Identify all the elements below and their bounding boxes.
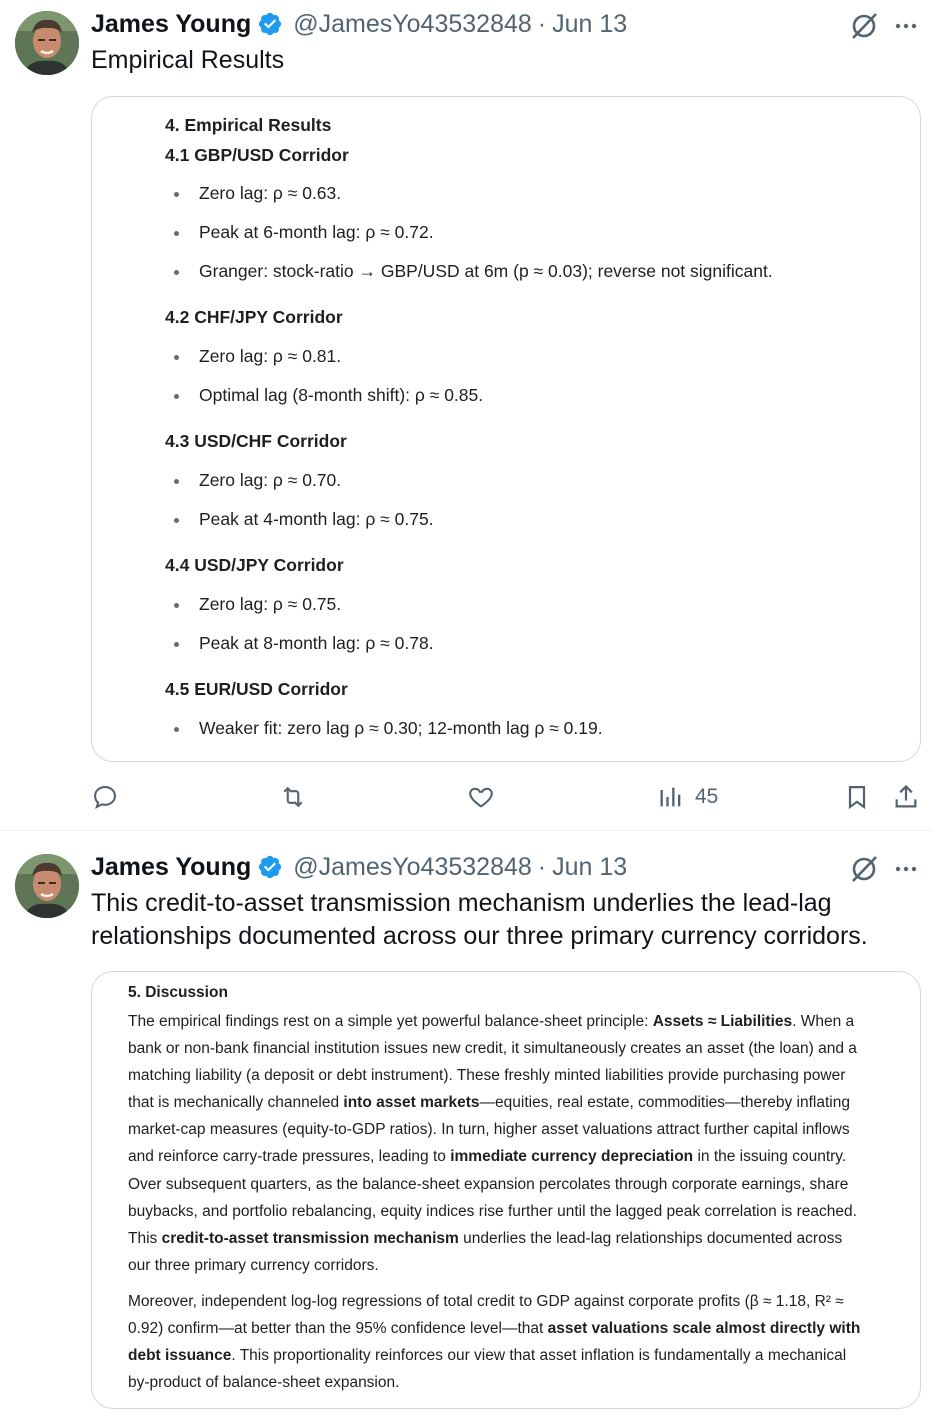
media-heading: 5. Discussion: [128, 984, 228, 1001]
author-handle[interactable]: @JamesYo43532848: [293, 853, 532, 882]
tweet-media-image[interactable]: 5. Discussion The empirical findings res…: [91, 971, 921, 1409]
discussion-line: debt issuance. This proportionality rein…: [128, 1347, 847, 1365]
section-title: 4.2 CHF/JPY Corridor: [165, 307, 343, 327]
discussion-line: Moreover, independent log-log regression…: [128, 1293, 844, 1310]
tweet-2: James Young @JamesYo43532848 · Jun 13 Th…: [0, 843, 932, 1426]
like-button[interactable]: [467, 777, 495, 817]
tweet-date[interactable]: Jun 13: [552, 853, 627, 882]
grok-icon[interactable]: [848, 853, 880, 885]
discussion-line: by-product of balance-sheet expansion.: [128, 1374, 400, 1392]
separator-dot: ·: [537, 852, 547, 881]
tweet-text: This credit-to-asset transmission mechan…: [91, 887, 868, 953]
discussion-line: and reinforce carry-trade pressures, lea…: [128, 1148, 847, 1166]
tweet-actions: 45: [91, 777, 921, 817]
tweet-divider: [0, 830, 932, 831]
discussion-line: bank or non-bank financial institution i…: [128, 1040, 857, 1058]
discussion-line: This credit-to-asset transmission mechan…: [128, 1229, 843, 1247]
discussion-line: our three primary currency corridors.: [128, 1256, 379, 1274]
views-count: 45: [695, 785, 719, 808]
tweet-text-line: relationships documented across our thre…: [91, 922, 868, 950]
bookmark-icon: [848, 785, 866, 810]
discussion-line: buybacks, and portfolio rebalancing, equ…: [128, 1202, 857, 1220]
discussion-line: Over subsequent quarters, as the balance…: [128, 1175, 849, 1193]
grok-icon[interactable]: [848, 10, 880, 42]
discussion-paragraph-2: Moreover, independent log-log regression…: [128, 1288, 888, 1396]
discussion-paragraph-1: The empirical findings rest on a simple …: [128, 1008, 888, 1279]
share-icon: [895, 784, 917, 808]
reply-icon: [94, 786, 116, 809]
author-avatar[interactable]: [15, 11, 79, 75]
heart-icon: [469, 787, 493, 808]
author-avatar[interactable]: [15, 854, 79, 918]
more-options-icon[interactable]: [891, 11, 921, 41]
separator-dot: ·: [537, 9, 547, 38]
retweet-icon: [283, 786, 303, 808]
views-button[interactable]: 45: [657, 777, 718, 817]
tweet-text: Empirical Results: [91, 46, 285, 74]
discussion-line: market-cap measures (equity-to-GDP ratio…: [128, 1121, 850, 1139]
views-chart-icon: [660, 787, 681, 807]
bookmark-button[interactable]: [843, 777, 871, 817]
discussion-line: matching liability (a deposit or debt in…: [128, 1067, 846, 1085]
author-handle[interactable]: @JamesYo43532848: [293, 10, 532, 39]
tweet-header: James Young @JamesYo43532848 · Jun 13: [91, 849, 627, 885]
section-title: 4.4 USD/JPY Corridor: [165, 555, 344, 575]
retweet-button[interactable]: [279, 777, 307, 817]
discussion-line: 0.92) confirm—at better than the 95% con…: [128, 1320, 861, 1338]
discussion-line: that is mechanically channeled into asse…: [128, 1094, 850, 1112]
reply-button[interactable]: [91, 777, 119, 817]
media-heading: 4. Empirical Results: [165, 115, 332, 135]
section-title: 4.3 USD/CHF Corridor: [165, 431, 347, 451]
author-name[interactable]: James Young: [91, 853, 251, 882]
discussion-line: The empirical findings rest on a simple …: [128, 1013, 855, 1030]
section-title: 4.5 EUR/USD Corridor: [165, 679, 348, 699]
section-title: 4.1 GBP/USD Corridor: [165, 145, 349, 165]
more-options-icon[interactable]: [891, 854, 921, 884]
tweet-header: James Young @JamesYo43532848 · Jun 13: [91, 6, 627, 42]
tweet-1: James Young @JamesYo43532848 · Jun 13 Em…: [0, 0, 932, 830]
verified-badge-icon[interactable]: [257, 11, 283, 37]
tweet-text-line: This credit-to-asset transmission mechan…: [91, 889, 832, 917]
share-button[interactable]: [892, 777, 920, 817]
author-name[interactable]: James Young: [91, 10, 251, 39]
verified-badge-icon[interactable]: [257, 854, 283, 880]
tweet-media-image[interactable]: 4. Empirical Results 4.1 GBP/USD Corrido…: [91, 96, 921, 762]
tweet-date[interactable]: Jun 13: [552, 10, 627, 39]
